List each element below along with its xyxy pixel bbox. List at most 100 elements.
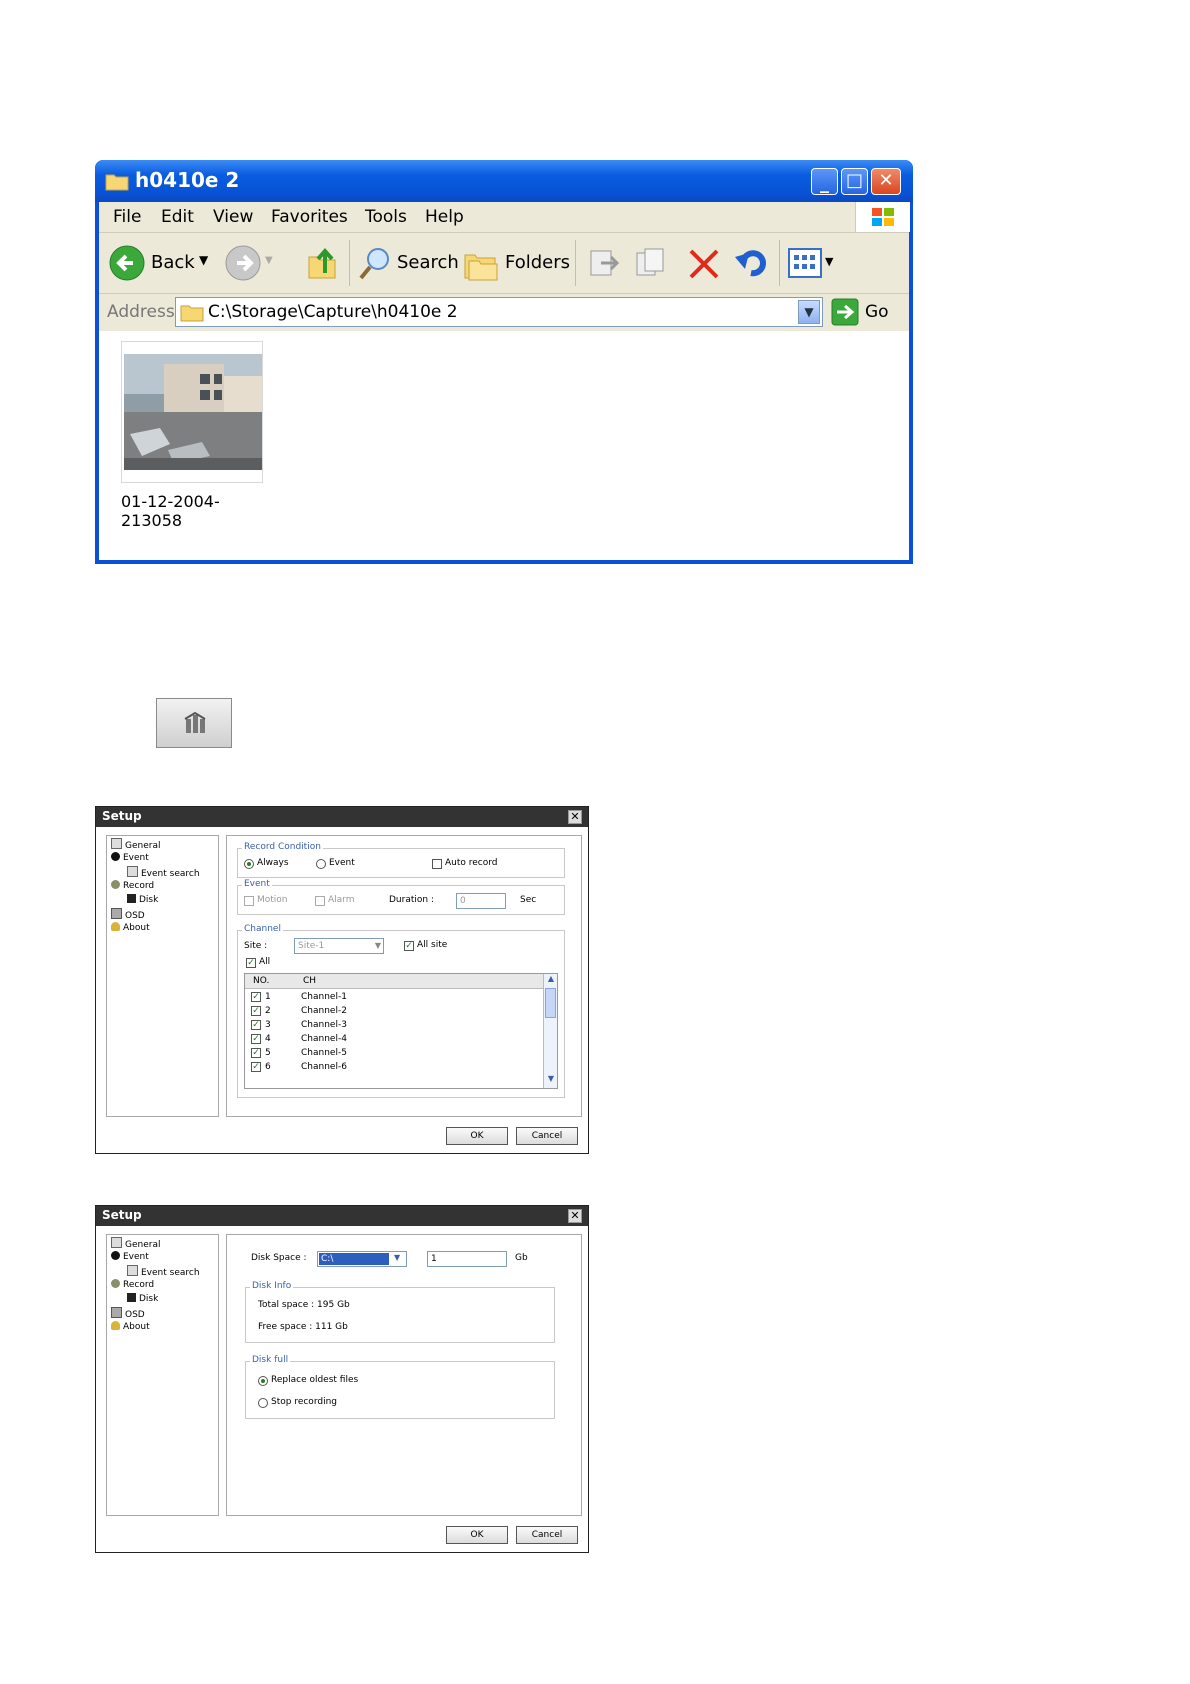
tree-item-osd[interactable]: OSD [111, 908, 145, 921]
close-icon[interactable]: ✕ [568, 1209, 582, 1223]
maximize-button[interactable]: □ [841, 168, 868, 195]
ok-button[interactable]: OK [446, 1127, 508, 1145]
duration-input[interactable]: 0 [456, 893, 506, 909]
row-checkbox[interactable]: ✓ [251, 1062, 261, 1072]
scrollbar[interactable]: ▲ ▼ [543, 974, 557, 1088]
go-arrow-icon [831, 298, 859, 326]
setup-button[interactable] [156, 698, 232, 748]
go-button[interactable]: Go [831, 297, 901, 327]
tree-item-about[interactable]: About [111, 922, 150, 933]
tree-item-event[interactable]: Event [111, 852, 149, 863]
table-row[interactable]: ✓ 2 Channel-2 [245, 1004, 543, 1018]
scroll-down-icon[interactable]: ▼ [545, 1074, 557, 1086]
tree-item-record[interactable]: Record [111, 880, 154, 891]
tree-item-osd[interactable]: OSD [111, 1307, 145, 1320]
settings-panel: Record Condition Always Event Auto recor… [226, 835, 582, 1117]
delete-icon[interactable] [687, 247, 721, 279]
dialog-title-bar[interactable]: Setup ✕ [96, 807, 588, 827]
channel-group: Channel Site : Site-1 ▼ ✓ All site ✓ All… [237, 924, 565, 1098]
free-space: Free space : 111 Gb [258, 1322, 348, 1332]
search-button[interactable]: Search [357, 245, 459, 281]
title-bar[interactable]: h0410e 2 _ □ ✕ [95, 160, 913, 202]
folder-up-icon[interactable] [305, 245, 339, 281]
scroll-up-icon[interactable]: ▲ [545, 974, 557, 986]
row-checkbox[interactable]: ✓ [251, 1048, 261, 1058]
undo-icon[interactable] [733, 245, 769, 281]
move-to-icon[interactable] [587, 247, 621, 279]
setup-tree: General Event Event search Record Disk O… [106, 1234, 219, 1516]
table-row[interactable]: ✓ 4 Channel-4 [245, 1032, 543, 1046]
folders-icon [464, 254, 498, 281]
menu-view[interactable]: View [213, 207, 253, 227]
tree-item-record[interactable]: Record [111, 1279, 154, 1290]
tree-item-event-search[interactable]: Event search [127, 866, 200, 879]
table-row[interactable]: ✓ 1 Channel-1 [245, 990, 543, 1004]
views-button[interactable]: ▼ [787, 247, 839, 279]
replace-oldest-radio[interactable] [258, 1376, 268, 1386]
cancel-button[interactable]: Cancel [516, 1526, 578, 1544]
osd-icon [111, 1307, 122, 1318]
setup-dialog-record: Setup ✕ General Event Event search Recor… [95, 806, 589, 1154]
menu-help[interactable]: Help [425, 207, 464, 227]
site-select[interactable]: Site-1 ▼ [294, 938, 384, 954]
minimize-button[interactable]: _ [811, 168, 838, 195]
close-icon[interactable]: ✕ [568, 810, 582, 824]
event-radio[interactable] [316, 859, 326, 869]
tree-item-disk[interactable]: Disk [127, 894, 158, 905]
event-icon [111, 852, 120, 861]
address-dropdown-button[interactable]: ▼ [798, 300, 820, 324]
col-no: NO. [253, 976, 270, 986]
row-checkbox[interactable]: ✓ [251, 992, 261, 1002]
folders-button[interactable]: Folders [463, 245, 570, 281]
image-thumbnail [124, 354, 262, 470]
close-button[interactable]: ✕ [871, 168, 901, 195]
disk-space-label: Disk Space : [251, 1253, 307, 1263]
search-icon [359, 248, 389, 280]
tree-item-about[interactable]: About [111, 1321, 150, 1332]
back-arrow-icon [109, 245, 145, 281]
disk-amount-input[interactable]: 1 [427, 1251, 507, 1267]
row-checkbox[interactable]: ✓ [251, 1006, 261, 1016]
table-row[interactable]: ✓ 5 Channel-5 [245, 1046, 543, 1060]
alarm-checkbox[interactable] [315, 896, 325, 906]
drive-select[interactable]: C:\ ▼ [317, 1251, 407, 1267]
motion-checkbox[interactable] [244, 896, 254, 906]
always-radio[interactable] [244, 859, 254, 869]
menu-file[interactable]: File [113, 207, 141, 227]
dropdown-arrow-icon: ▼ [199, 253, 209, 267]
cancel-button[interactable]: Cancel [516, 1127, 578, 1145]
all-checkbox[interactable]: ✓ [246, 958, 256, 968]
dialog-title-bar[interactable]: Setup ✕ [96, 1206, 588, 1226]
menu-favorites[interactable]: Favorites [271, 207, 348, 227]
toolbar-separator [349, 240, 350, 286]
auto-record-checkbox[interactable] [432, 859, 442, 869]
all-site-checkbox[interactable]: ✓ [404, 941, 414, 951]
ok-button[interactable]: OK [446, 1526, 508, 1544]
tree-item-event[interactable]: Event [111, 1251, 149, 1262]
menu-tools[interactable]: Tools [365, 207, 407, 227]
toolbar-separator [575, 240, 576, 286]
general-icon [111, 1237, 122, 1248]
menu-edit[interactable]: Edit [161, 207, 194, 227]
back-button[interactable]: Back ▼ [109, 245, 209, 281]
disk-icon [127, 1293, 136, 1302]
scroll-thumb[interactable] [545, 988, 556, 1018]
tree-item-event-search[interactable]: Event search [127, 1265, 200, 1278]
copy-to-icon[interactable] [635, 247, 669, 279]
tree-item-general[interactable]: General [111, 1237, 160, 1250]
dropdown-arrow-icon: ▼ [825, 255, 834, 268]
forward-button[interactable]: ▼ [225, 245, 275, 281]
row-checkbox[interactable]: ✓ [251, 1020, 261, 1030]
channel-list: NO. CH ✓ 1 Channel-1 ✓ 2 Channel-2 ✓ 3 C… [244, 973, 558, 1089]
windows-logo [855, 202, 910, 232]
table-row[interactable]: ✓ 3 Channel-3 [245, 1018, 543, 1032]
tree-item-general[interactable]: General [111, 838, 160, 851]
table-row[interactable]: ✓ 6 Channel-6 [245, 1060, 543, 1074]
setup-dialog-disk: Setup ✕ General Event Event search Recor… [95, 1205, 589, 1553]
file-item[interactable]: 01-12-2004-213058 [121, 341, 267, 530]
row-checkbox[interactable]: ✓ [251, 1034, 261, 1044]
event-icon [111, 1251, 120, 1260]
stop-recording-radio[interactable] [258, 1398, 268, 1408]
tree-item-disk[interactable]: Disk [127, 1293, 158, 1304]
address-field[interactable]: C:\Storage\Capture\h0410e 2 ▼ [175, 297, 823, 327]
